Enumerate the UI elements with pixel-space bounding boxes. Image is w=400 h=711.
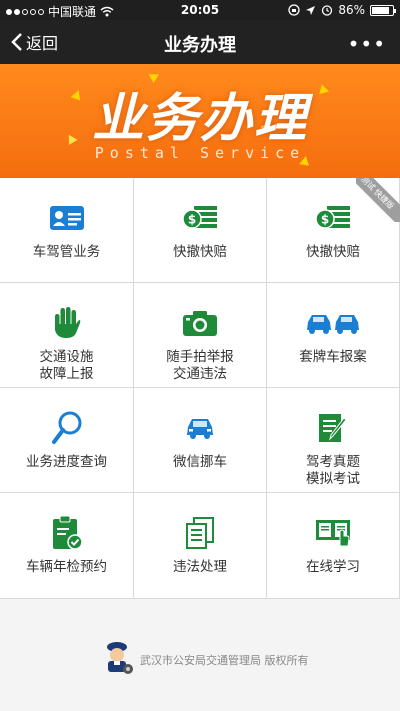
service-label: 微信挪车 xyxy=(173,454,227,470)
clipboard-check-icon xyxy=(52,515,83,550)
service-progress-query[interactable]: 业务进度查询 xyxy=(0,388,134,493)
service-label: 车驾管业务 xyxy=(32,244,101,260)
service-label: 随手拍举报 交通违法 xyxy=(166,349,234,382)
footer: 武汉市公安局交通管理局 版权所有 xyxy=(0,599,400,711)
hand-icon xyxy=(54,307,80,338)
alarm-icon xyxy=(322,5,333,16)
nav-bar: 返回 业务办理 ••• xyxy=(0,20,400,64)
orientation-lock-icon xyxy=(288,4,300,16)
service-online-learning[interactable]: 在线学习 xyxy=(267,493,400,599)
location-icon xyxy=(306,5,316,15)
id-card-icon xyxy=(49,206,84,230)
page-title: 业务办理 xyxy=(164,35,236,56)
documents-icon xyxy=(186,517,214,549)
service-label: 套牌车报案 xyxy=(299,349,367,365)
more-options-button[interactable]: ••• xyxy=(348,32,386,56)
magnifier-icon xyxy=(51,411,81,444)
service-label: 交通设施 故障上报 xyxy=(39,349,94,382)
copyright-text: 武汉市公安局交通管理局 版权所有 xyxy=(140,654,309,667)
service-label: 车辆年检预约 xyxy=(26,559,107,575)
two-cars-icon xyxy=(307,315,359,334)
service-vehicle-license[interactable]: 车驾管业务 xyxy=(0,178,134,283)
service-grid: 车驾管业务 $ 快撤快赔 $ 快撤快赔 交通设施 故障上报 随手拍举报 交通违法… xyxy=(0,178,400,599)
service-cloned-plate-report[interactable]: 套牌车报案 xyxy=(267,283,400,388)
service-label: 违法处理 xyxy=(173,559,227,575)
service-violation-handling[interactable]: 违法处理 xyxy=(134,493,267,599)
service-driving-exam[interactable]: 驾考真题 模拟考试 xyxy=(267,388,400,493)
car-icon xyxy=(187,419,213,439)
test-version-badge: 测试 快捷版 xyxy=(356,178,400,222)
banner-title: 业务办理 xyxy=(91,89,308,149)
battery-percent: 86% xyxy=(338,3,365,17)
service-facility-fault-report[interactable]: 交通设施 故障上报 xyxy=(0,283,134,388)
banner: 业务办理 Postal Service xyxy=(0,64,400,178)
book-reader-icon xyxy=(316,520,350,547)
service-annual-inspection-booking[interactable]: 车辆年检预约 xyxy=(0,493,134,599)
camera-icon xyxy=(183,311,217,336)
svg-text:$: $ xyxy=(321,213,329,227)
police-mascot-icon xyxy=(107,642,133,674)
money-stack-icon: $ xyxy=(182,206,217,229)
service-label: 快撤快赔 xyxy=(306,244,360,260)
service-label: 驾考真题 模拟考试 xyxy=(306,454,360,487)
service-label: 在线学习 xyxy=(306,559,360,575)
money-stack-icon: $ xyxy=(315,206,350,229)
status-bar: 中国联通 20:05 86% xyxy=(0,0,400,20)
service-wechat-move-car[interactable]: 微信挪车 xyxy=(134,388,267,493)
exam-paper-icon xyxy=(319,414,347,442)
service-quick-claim[interactable]: $ 快撤快赔 xyxy=(134,178,267,283)
service-label: 快撤快赔 xyxy=(173,244,227,260)
service-photo-report[interactable]: 随手拍举报 交通违法 xyxy=(134,283,267,388)
banner-subtitle: Postal Service xyxy=(94,144,306,162)
battery-icon xyxy=(370,4,396,16)
svg-text:$: $ xyxy=(188,213,196,227)
service-label: 业务进度查询 xyxy=(26,454,107,470)
